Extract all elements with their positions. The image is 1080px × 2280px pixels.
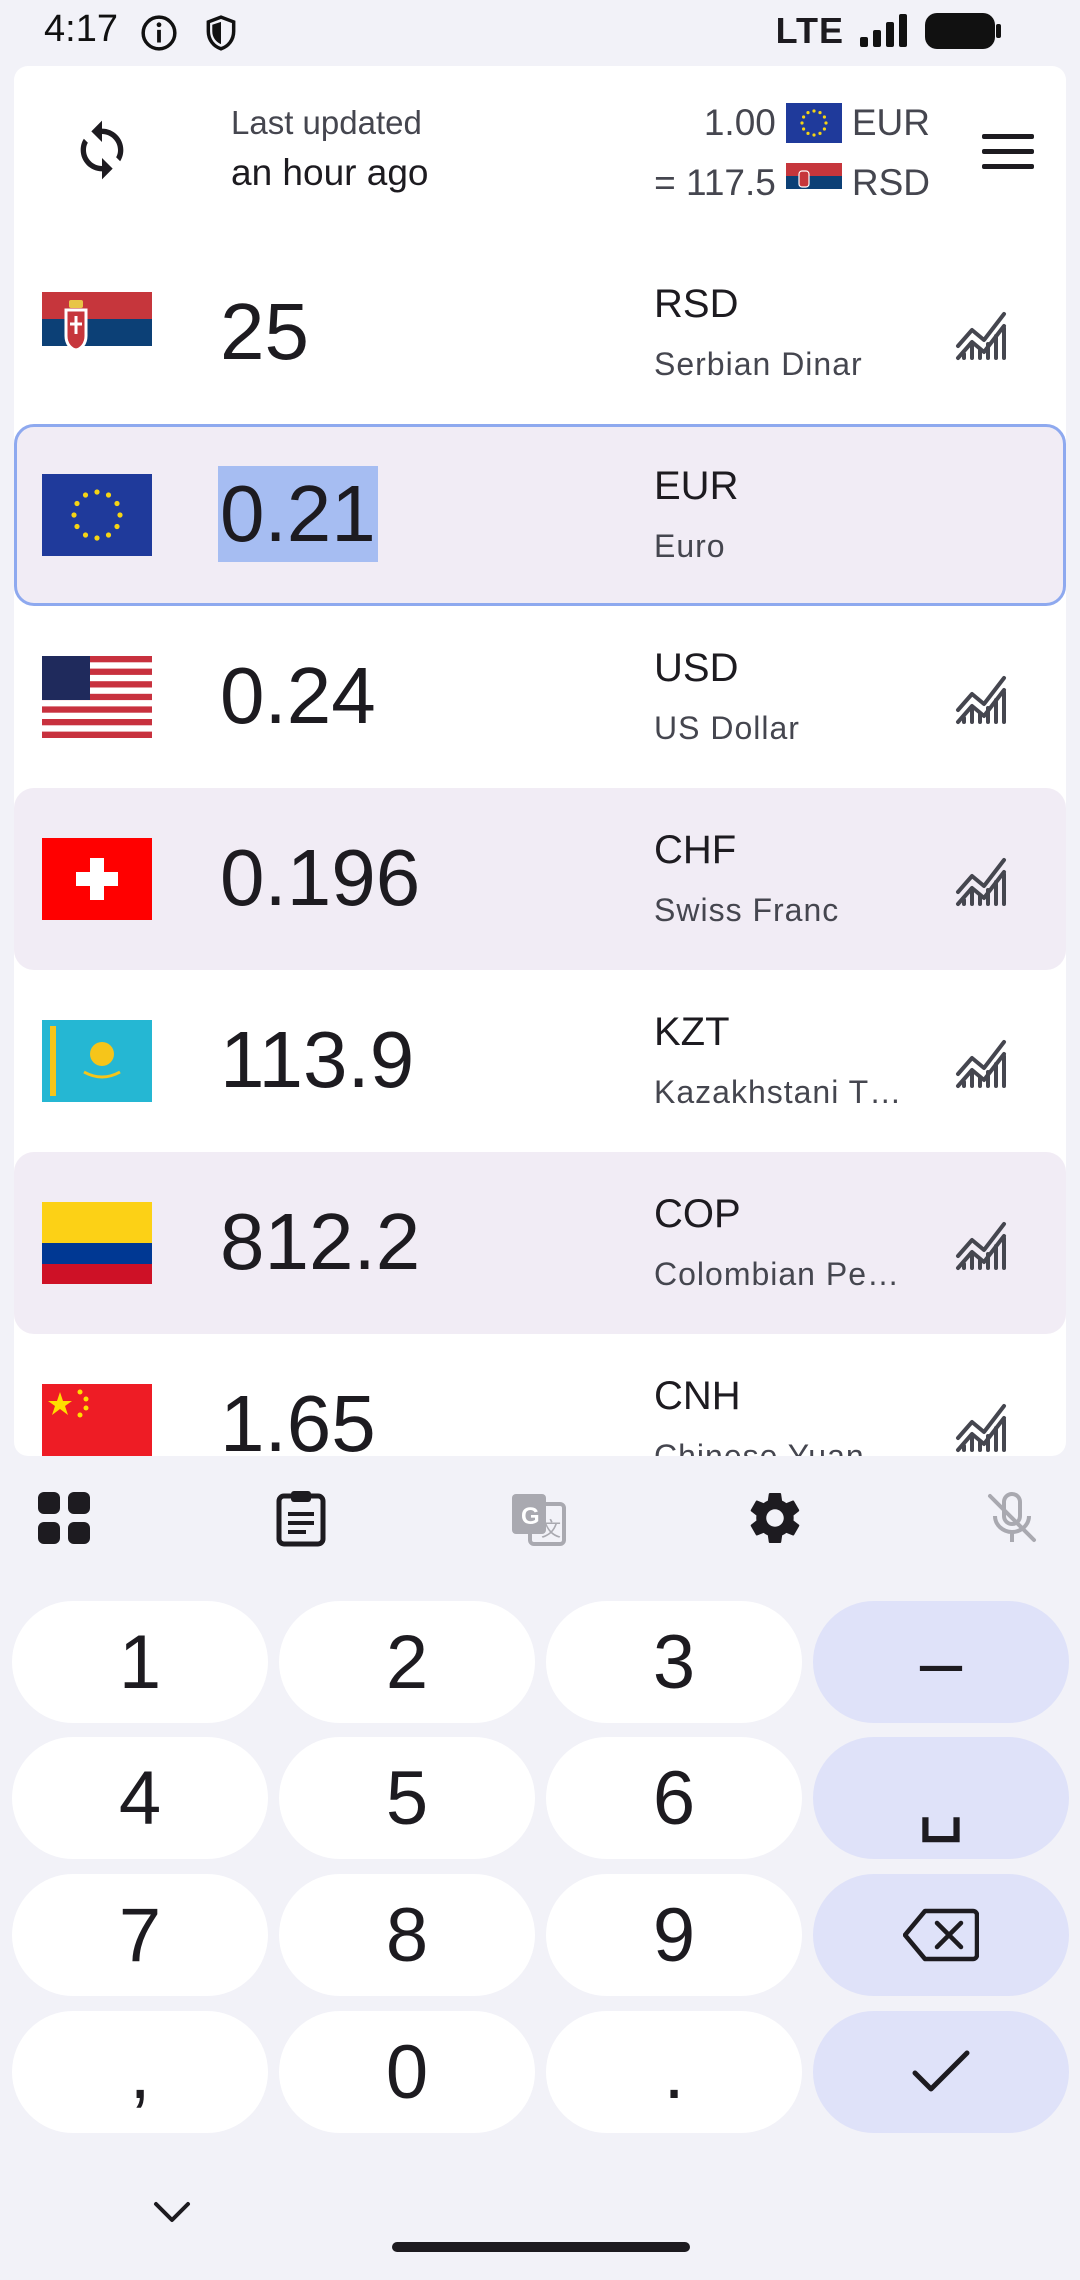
key-9[interactable]: 9 <box>546 1874 802 1996</box>
backspace-icon <box>903 1908 979 1962</box>
currency-code: RSD <box>654 282 739 326</box>
eu-flag-icon <box>785 103 842 143</box>
currency-row-rsd[interactable]: 25 RSD Serbian Dinar <box>14 242 1066 424</box>
home-indicator[interactable] <box>392 2242 690 2252</box>
key-0[interactable]: 0 <box>279 2011 535 2133</box>
amount-value[interactable]: 113.9 <box>218 1012 416 1108</box>
currency-name: Serbian Dinar <box>654 346 863 382</box>
space-key[interactable]: ␣ <box>813 1737 1069 1859</box>
currency-code: USD <box>654 646 739 690</box>
status-time: 4:17 <box>44 8 118 50</box>
currency-code: CHF <box>654 828 737 872</box>
serbia-flag-icon <box>42 292 152 374</box>
svg-text:G: G <box>521 1503 540 1530</box>
clipboard-icon[interactable] <box>271 1488 331 1548</box>
key-5[interactable]: 5 <box>279 1737 535 1859</box>
chart-icon[interactable] <box>954 1034 1010 1090</box>
currency-code: CNH <box>654 1374 741 1418</box>
chart-icon[interactable] <box>954 1398 1010 1454</box>
currency-row-kzt[interactable]: 113.9 KZT Kazakhstani T… <box>14 970 1066 1152</box>
key-8[interactable]: 8 <box>279 1874 535 1996</box>
translate-icon[interactable]: G 文 <box>508 1488 568 1548</box>
check-icon <box>912 2050 970 2092</box>
currency-name: Kazakhstani T… <box>654 1074 903 1110</box>
target-rate: = 117.5 RSD <box>654 162 930 204</box>
grid-icon[interactable] <box>34 1488 94 1548</box>
serbia-flag-icon <box>785 163 842 203</box>
key-3[interactable]: 3 <box>546 1601 802 1723</box>
target-code: RSD <box>851 162 930 203</box>
currency-name: Swiss Franc <box>654 892 840 928</box>
amount-value[interactable]: 812.2 <box>218 1194 422 1290</box>
currency-code: EUR <box>654 464 739 508</box>
minus-key[interactable]: – <box>813 1601 1069 1723</box>
base-rate: 1.00 EUR <box>704 102 930 144</box>
chart-icon[interactable] <box>954 306 1010 362</box>
dot-key[interactable]: . <box>546 2011 802 2133</box>
eu-flag-icon <box>42 474 152 556</box>
chart-icon[interactable] <box>954 852 1010 908</box>
battery-icon <box>925 13 1001 49</box>
comma-key[interactable]: , <box>12 2011 268 2133</box>
chart-icon[interactable] <box>954 670 1010 726</box>
network-type: LTE <box>775 10 844 51</box>
header: Last updated an hour ago 1.00 EUR = 117.… <box>14 66 1066 242</box>
switzerland-flag-icon <box>42 838 152 920</box>
amount-value[interactable]: 0.24 <box>218 648 378 744</box>
currency-code: KZT <box>654 1010 730 1054</box>
last-updated-label: Last updated <box>231 104 422 141</box>
refresh-icon[interactable] <box>70 118 134 182</box>
currency-row-chf[interactable]: 0.196 CHF Swiss Franc <box>14 788 1066 970</box>
amount-value[interactable]: 0.196 <box>218 830 422 926</box>
amount-input[interactable]: 0.21 <box>218 466 378 562</box>
mic-off-icon[interactable] <box>982 1488 1042 1548</box>
base-amount: 1.00 <box>703 102 776 143</box>
rate-value: = 117.5 <box>654 162 776 203</box>
signal-icon <box>860 14 907 47</box>
currency-row-cop[interactable]: 812.2 COP Colombian Pe… <box>14 1152 1066 1334</box>
amount-value[interactable]: 25 <box>218 284 311 380</box>
colombia-flag-icon <box>42 1202 152 1284</box>
currency-row-usd[interactable]: 0.24 USD US Dollar <box>14 606 1066 788</box>
last-updated-value: an hour ago <box>231 152 429 193</box>
key-2[interactable]: 2 <box>279 1601 535 1723</box>
china-flag-icon <box>42 1384 152 1456</box>
key-1[interactable]: 1 <box>12 1601 268 1723</box>
chart-icon[interactable] <box>954 1216 1010 1272</box>
key-6[interactable]: 6 <box>546 1737 802 1859</box>
us-flag-icon <box>42 656 152 738</box>
menu-icon[interactable] <box>978 128 1038 176</box>
currency-name: Chinese Yuan <box>654 1438 865 1456</box>
amount-value[interactable]: 1.65 <box>218 1376 378 1456</box>
currency-row-cnh[interactable]: 1.65 CNH Chinese Yuan <box>14 1334 1066 1456</box>
key-4[interactable]: 4 <box>12 1737 268 1859</box>
currency-name: Colombian Pe… <box>654 1256 900 1292</box>
hide-keyboard-icon[interactable] <box>150 2196 194 2228</box>
currency-row-eur[interactable]: 0.21 EUR Euro <box>14 424 1066 606</box>
backspace-key[interactable] <box>813 1874 1069 1996</box>
kazakhstan-flag-icon <box>42 1020 152 1102</box>
currency-code: COP <box>654 1192 741 1236</box>
converter-card: Last updated an hour ago 1.00 EUR = 117.… <box>14 66 1066 1456</box>
settings-icon[interactable] <box>745 1488 805 1548</box>
status-bar: 4:17 LTE <box>0 0 1080 66</box>
shield-icon <box>206 15 236 51</box>
currency-name: Euro <box>654 528 726 564</box>
base-code: EUR <box>851 102 930 143</box>
info-icon <box>141 15 177 51</box>
key-7[interactable]: 7 <box>12 1874 268 1996</box>
svg-text:文: 文 <box>541 1517 561 1541</box>
keyboard-toolbar: G 文 <box>0 1456 1080 1576</box>
currency-name: US Dollar <box>654 710 800 746</box>
done-key[interactable] <box>813 2011 1069 2133</box>
